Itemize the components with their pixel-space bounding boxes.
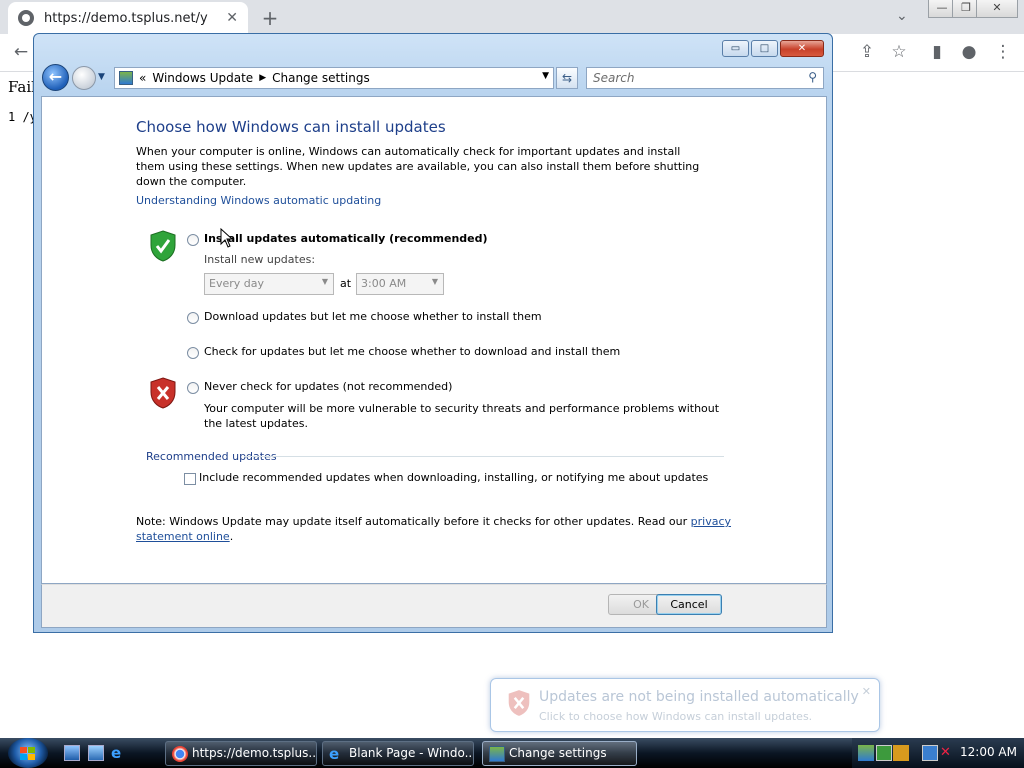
- balloon-body: Click to choose how Windows can install …: [539, 710, 813, 723]
- breadcrumb-change-settings[interactable]: Change settings: [272, 71, 370, 85]
- never-check-radio[interactable]: [187, 382, 199, 394]
- globe-icon: [18, 10, 34, 26]
- download-updates-label[interactable]: Download updates but let me choose wheth…: [204, 310, 542, 323]
- search-input[interactable]: Search ⚲: [586, 67, 824, 89]
- browser-tab[interactable]: https://demo.tsplus.net/y ✕: [8, 2, 248, 34]
- taskbar-item-label: Change settings: [509, 746, 607, 760]
- show-desktop-icon[interactable]: [64, 745, 80, 761]
- taskbar-item-ie[interactable]: e Blank Page - Windo...: [322, 741, 474, 766]
- windows-update-window: ▭ □ ✕ ← ▼ « Windows Update ▶ Change sett…: [33, 33, 833, 633]
- share-icon[interactable]: ⇪: [856, 42, 878, 62]
- profile-avatar-icon[interactable]: ●: [958, 42, 980, 62]
- green-shield-icon: [150, 230, 176, 262]
- address-bar[interactable]: « Windows Update ▶ Change settings ▼: [114, 67, 554, 89]
- browser-tabstrip: https://demo.tsplus.net/y ✕ + ⌄ — ❐ ✕: [0, 0, 1024, 34]
- security-center-tray-icon[interactable]: [893, 745, 909, 761]
- search-icon[interactable]: ⚲: [808, 70, 817, 84]
- windows-update-tray-icon[interactable]: [858, 745, 874, 761]
- address-dropdown-icon[interactable]: ▼: [542, 71, 549, 81]
- breadcrumb-overflow[interactable]: «: [139, 71, 146, 85]
- balloon-close-icon[interactable]: ✕: [862, 685, 871, 698]
- control-panel-icon: [489, 746, 505, 762]
- recommended-updates-label[interactable]: Include recommended updates when downloa…: [199, 471, 708, 484]
- side-panel-icon[interactable]: ▮: [926, 42, 948, 62]
- new-tab-button[interactable]: +: [260, 6, 280, 30]
- red-shield-icon: [150, 377, 176, 409]
- star-icon[interactable]: ☆: [888, 42, 910, 62]
- check-for-updates-radio[interactable]: [187, 347, 199, 359]
- taskbar-item-change-settings[interactable]: Change settings: [482, 741, 637, 766]
- tab-title: https://demo.tsplus.net/y: [44, 10, 208, 26]
- at-label: at: [340, 277, 352, 290]
- clock[interactable]: 12:00 AM: [960, 745, 1017, 759]
- more-menu-icon[interactable]: ⋮: [992, 42, 1014, 62]
- install-new-updates-label: Install new updates:: [204, 253, 316, 266]
- tab-search-chevron-icon[interactable]: ⌄: [896, 8, 908, 24]
- windows-logo-icon: [20, 747, 35, 760]
- recommended-updates-checkbox[interactable]: [184, 473, 196, 485]
- taskbar-item-label: https://demo.tsplus...: [192, 746, 317, 760]
- breadcrumb-windows-update[interactable]: Windows Update: [152, 71, 253, 85]
- taskbar-item-label: Blank Page - Windo...: [349, 746, 474, 760]
- day-select[interactable]: Every day ▼: [204, 273, 334, 295]
- internet-explorer-icon[interactable]: e: [111, 745, 127, 761]
- install-automatically-radio[interactable]: [187, 234, 199, 246]
- search-placeholder: Search: [593, 71, 635, 85]
- display-tray-icon[interactable]: [922, 745, 938, 761]
- understanding-link[interactable]: Understanding Windows automatic updating: [136, 194, 381, 207]
- close-button[interactable]: ✕: [780, 40, 824, 57]
- window-controls: ▭ □ ✕: [722, 40, 824, 57]
- balloon-title: Updates are not being installed automati…: [539, 689, 859, 705]
- internet-explorer-icon: e: [329, 745, 340, 763]
- page-text-fail: Fail: [8, 78, 36, 96]
- day-select-value: Every day: [209, 277, 264, 290]
- intro-text: When your computer is online, Windows ca…: [136, 145, 700, 188]
- note-text: Note: Windows Update may update itself a…: [136, 515, 691, 528]
- time-select-value: 3:00 AM: [361, 277, 407, 290]
- breadcrumb-separator-icon[interactable]: ▶: [259, 73, 266, 83]
- page-title: Choose how Windows can install updates: [136, 118, 446, 136]
- network-tray-icon[interactable]: [876, 745, 892, 761]
- back-arrow-icon[interactable]: ←: [10, 42, 32, 62]
- chevron-down-icon: ▼: [431, 277, 438, 286]
- security-warning-text: Your computer will be more vulnerable to…: [204, 402, 720, 430]
- check-for-updates-label[interactable]: Check for updates but let me choose whet…: [204, 345, 620, 358]
- group-divider: [244, 456, 724, 457]
- note-end: .: [229, 530, 234, 543]
- back-button[interactable]: ←: [42, 64, 69, 91]
- maximize-button[interactable]: □: [751, 40, 778, 57]
- privacy-note: Note: Windows Update may update itself a…: [136, 514, 736, 544]
- refresh-button[interactable]: ⇆: [556, 67, 578, 89]
- chrome-icon: [172, 746, 188, 762]
- control-panel-icon: [119, 71, 133, 85]
- browser-close-button[interactable]: ✕: [976, 0, 1018, 18]
- red-shield-icon: [508, 690, 530, 716]
- notification-balloon[interactable]: Updates are not being installed automati…: [490, 678, 880, 732]
- recent-pages-chevron-icon[interactable]: ▼: [98, 72, 105, 82]
- mouse-cursor-icon: [220, 228, 234, 248]
- minimize-button[interactable]: ▭: [722, 40, 749, 57]
- download-updates-radio[interactable]: [187, 312, 199, 324]
- cancel-button[interactable]: Cancel: [656, 594, 722, 615]
- install-automatically-label[interactable]: Install updates automatically (recommend…: [204, 232, 488, 245]
- forward-button[interactable]: [72, 66, 96, 90]
- time-select[interactable]: 3:00 AM ▼: [356, 273, 444, 295]
- volume-muted-icon[interactable]: ✕: [940, 745, 956, 761]
- switch-windows-icon[interactable]: [88, 745, 104, 761]
- tab-close-icon[interactable]: ✕: [226, 10, 238, 26]
- chevron-down-icon: ▼: [321, 277, 328, 286]
- taskbar-item-chrome[interactable]: https://demo.tsplus...: [165, 741, 317, 766]
- never-check-label[interactable]: Never check for updates (not recommended…: [204, 380, 452, 393]
